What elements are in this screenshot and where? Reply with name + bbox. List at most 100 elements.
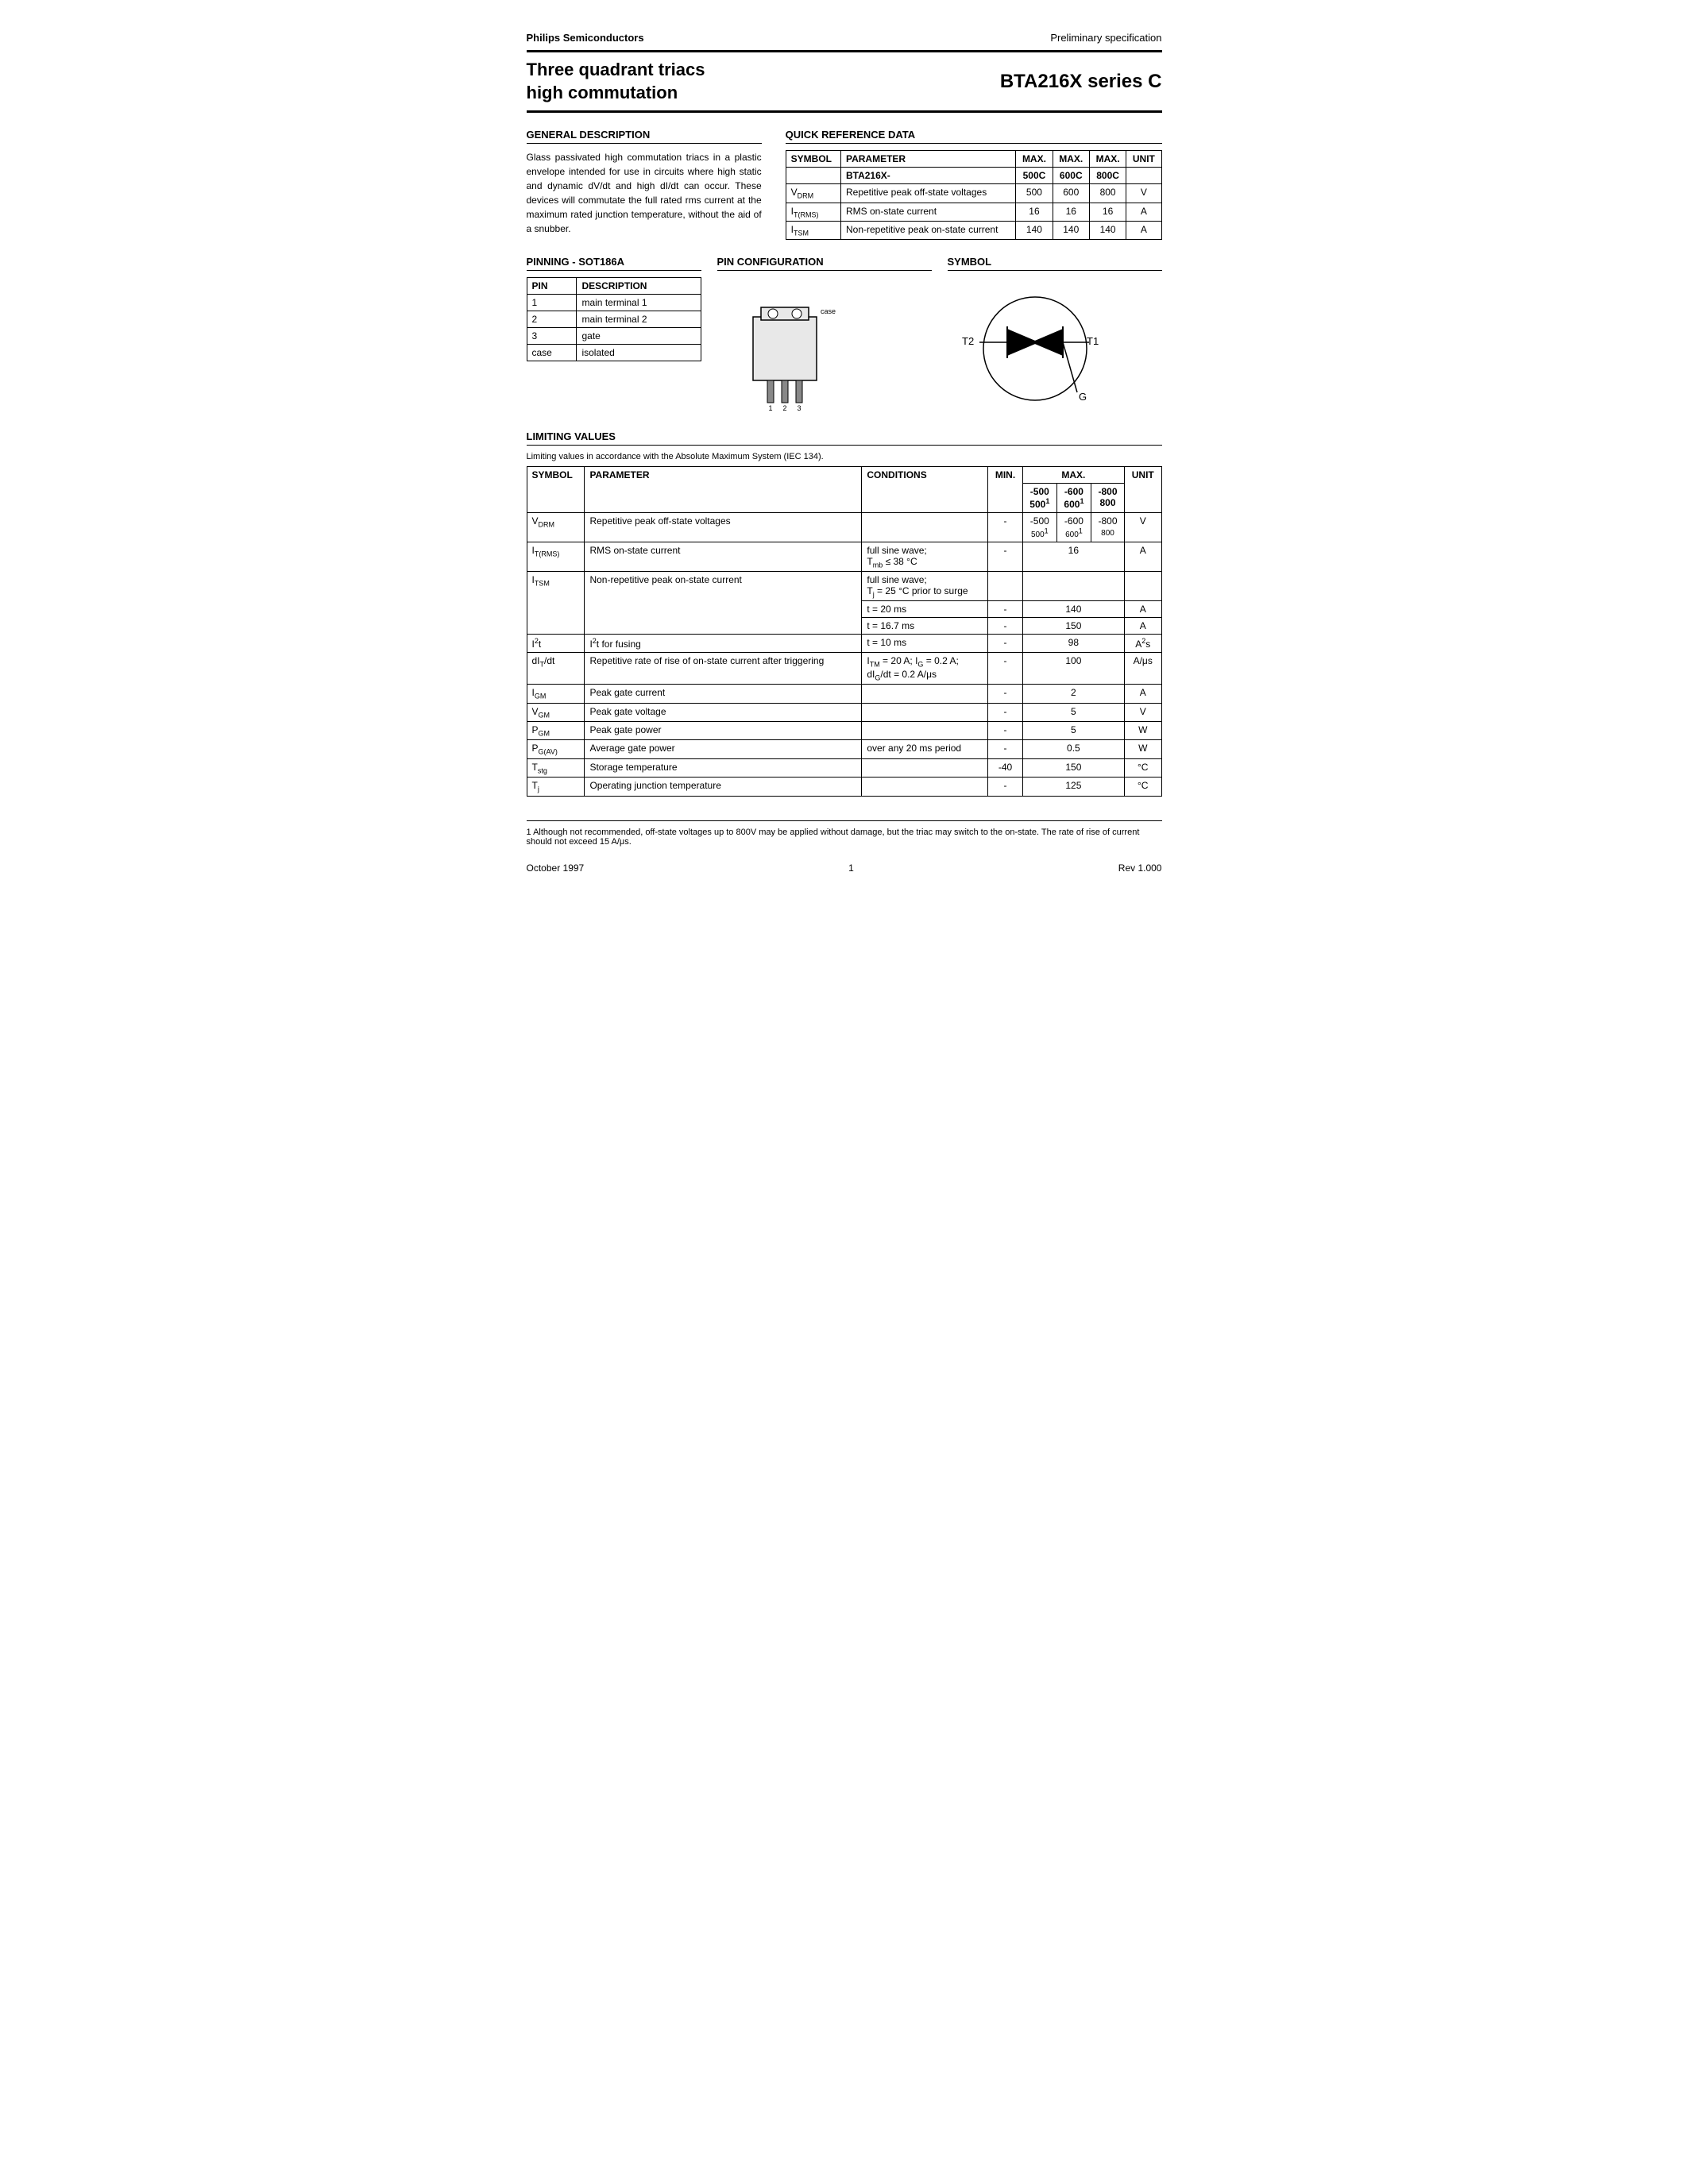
lv-min-pgm: -: [988, 722, 1022, 740]
lv-unit-itsm1: [1124, 572, 1161, 601]
footnote-text: 1 Although not recommended, off-state vo…: [527, 828, 1140, 847]
qr-max1-itrms: 16: [1016, 203, 1053, 221]
lv-unit-i2t: A2s: [1124, 635, 1161, 653]
pin-col-desc: DESCRIPTION: [577, 278, 701, 295]
qr-param-itsm: Non-repetitive peak on-state current: [840, 221, 1015, 239]
lv-unit-vdrm: V: [1124, 513, 1161, 542]
spec-type: Preliminary specification: [1050, 32, 1161, 44]
main-title: Three quadrant triacshigh commutation: [527, 59, 705, 104]
lv-min-itrms: -: [988, 542, 1022, 571]
lv-sym-pgav: PG(AV): [527, 740, 585, 758]
lv-600-vdrm: -6006001: [1056, 513, 1091, 542]
lv-min-itsm3: -: [988, 618, 1022, 635]
top-header: Philips Semiconductors Preliminary speci…: [527, 32, 1162, 44]
lv-unit-tj: °C: [1124, 778, 1161, 796]
pinning-title: PINNING - SOT186A: [527, 256, 701, 271]
lv-max-pgav: 0.5: [1022, 740, 1124, 758]
lv-sym-i2t: I2t: [527, 635, 585, 653]
lv-min-vdrm: -: [988, 513, 1022, 542]
pin-config-wrap: PIN CONFIGURATION 1 2 3 case: [717, 256, 932, 415]
pin-num-case: case: [527, 345, 577, 361]
lv-cond-pgav: over any 20 ms period: [862, 740, 988, 758]
lv-param-tstg: Storage temperature: [585, 758, 862, 777]
table-row: PG(AV) Average gate power over any 20 ms…: [527, 740, 1161, 758]
lv-unit-pgav: W: [1124, 740, 1161, 758]
lv-col-unit: UNIT: [1124, 467, 1161, 513]
table-row: VDRM Repetitive peak off-state voltages …: [786, 184, 1161, 203]
pinning-section: PINNING - SOT186A PIN DESCRIPTION 1 main…: [527, 256, 1162, 415]
lv-max-didt: 100: [1022, 653, 1124, 685]
qr-col-max1: MAX.: [1016, 151, 1053, 168]
lv-param-igm: Peak gate current: [585, 685, 862, 703]
qr-max2-itsm: 140: [1053, 221, 1089, 239]
lv-max-i2t: 98: [1022, 635, 1124, 653]
lv-param-itsm: Non-repetitive peak on-state current: [585, 572, 862, 635]
footnote: 1 Although not recommended, off-state vo…: [527, 820, 1162, 847]
lv-max-itsm3: 150: [1022, 618, 1124, 635]
lv-min-tj: -: [988, 778, 1022, 796]
lv-cond-tstg: [862, 758, 988, 777]
footer-rev: Rev 1.000: [1118, 862, 1162, 874]
lv-sym-itsm: ITSM: [527, 572, 585, 635]
lv-cond-itrms: full sine wave;Tmb ≤ 38 °C: [862, 542, 988, 571]
symbol-wrap: SYMBOL T2 T1 G: [948, 256, 1162, 415]
qr-subh-5: [1126, 168, 1161, 184]
table-row: VDRM Repetitive peak off-state voltages …: [527, 513, 1161, 542]
table-row: IT(RMS) RMS on-state current 16 16 16 A: [786, 203, 1161, 221]
qr-max3-vdrm: 800: [1089, 184, 1126, 203]
lv-sym-vgm: VGM: [527, 703, 585, 721]
pin-num-2: 2: [527, 311, 577, 328]
lv-max-igm: 2: [1022, 685, 1124, 703]
lv-unit-itsm2: A: [1124, 601, 1161, 618]
table-row: Tstg Storage temperature -40 150 °C: [527, 758, 1161, 777]
company-name: Philips Semiconductors: [527, 32, 644, 44]
lv-cond-itsm2: t = 20 ms: [862, 601, 988, 618]
lv-col-parameter: PARAMETER: [585, 467, 862, 513]
table-row: 2 main terminal 2: [527, 311, 701, 328]
lv-unit-didt: A/μs: [1124, 653, 1161, 685]
lv-sym-tj: Tj: [527, 778, 585, 796]
lv-cond-itsm1: full sine wave;Tj = 25 °C prior to surge: [862, 572, 988, 601]
pin-desc-2: main terminal 2: [577, 311, 701, 328]
lv-sym-tstg: Tstg: [527, 758, 585, 777]
symbol-diagram: T2 T1 G: [948, 277, 1122, 412]
lv-unit-igm: A: [1124, 685, 1161, 703]
part-number: BTA216X series C: [1000, 71, 1162, 93]
qr-param-itrms: RMS on-state current: [840, 203, 1015, 221]
title-bar: Three quadrant triacshigh commutation BT…: [527, 50, 1162, 113]
lv-max-itsm2: 140: [1022, 601, 1124, 618]
lv-param-pgav: Average gate power: [585, 740, 862, 758]
svg-text:2: 2: [782, 404, 786, 412]
qr-sym-itsm: ITSM: [786, 221, 840, 239]
qr-max3-itsm: 140: [1089, 221, 1126, 239]
qr-col-max2: MAX.: [1053, 151, 1089, 168]
lv-param-tj: Operating junction temperature: [585, 778, 862, 796]
lv-800-vdrm: -800800: [1091, 513, 1125, 542]
lv-max-tj: 125: [1022, 778, 1124, 796]
lv-max-500: -5005001: [1022, 484, 1056, 513]
qr-sym-itrms: IT(RMS): [786, 203, 840, 221]
pin-num-3: 3: [527, 328, 577, 345]
svg-text:1: 1: [768, 404, 772, 412]
qr-col-parameter: PARAMETER: [840, 151, 1015, 168]
limiting-values-table: SYMBOL PARAMETER CONDITIONS MIN. MAX. UN…: [527, 466, 1162, 796]
qr-col-symbol: SYMBOL: [786, 151, 840, 168]
table-row: ITSM Non-repetitive peak on-state curren…: [527, 572, 1161, 601]
lv-min-igm: -: [988, 685, 1022, 703]
pin-config-diagram: 1 2 3 case: [717, 277, 852, 412]
qr-subh-1: BTA216X-: [840, 168, 1015, 184]
lv-min-tstg: -40: [988, 758, 1022, 777]
lv-unit-vgm: V: [1124, 703, 1161, 721]
qr-max2-itrms: 16: [1053, 203, 1089, 221]
qr-col-unit: UNIT: [1126, 151, 1161, 168]
lv-sym-itrms: IT(RMS): [527, 542, 585, 571]
lv-min-itsm2: -: [988, 601, 1022, 618]
qr-unit-itrms: A: [1126, 203, 1161, 221]
table-row: IT(RMS) RMS on-state current full sine w…: [527, 542, 1161, 571]
lv-cond-tj: [862, 778, 988, 796]
symbol-title: SYMBOL: [948, 256, 1162, 271]
svg-text:T2: T2: [962, 335, 974, 347]
quick-ref-table: SYMBOL PARAMETER MAX. MAX. MAX. UNIT BTA…: [786, 150, 1162, 240]
lv-param-i2t: I2t for fusing: [585, 635, 862, 653]
general-description-section: GENERAL DESCRIPTION Glass passivated hig…: [527, 129, 762, 240]
